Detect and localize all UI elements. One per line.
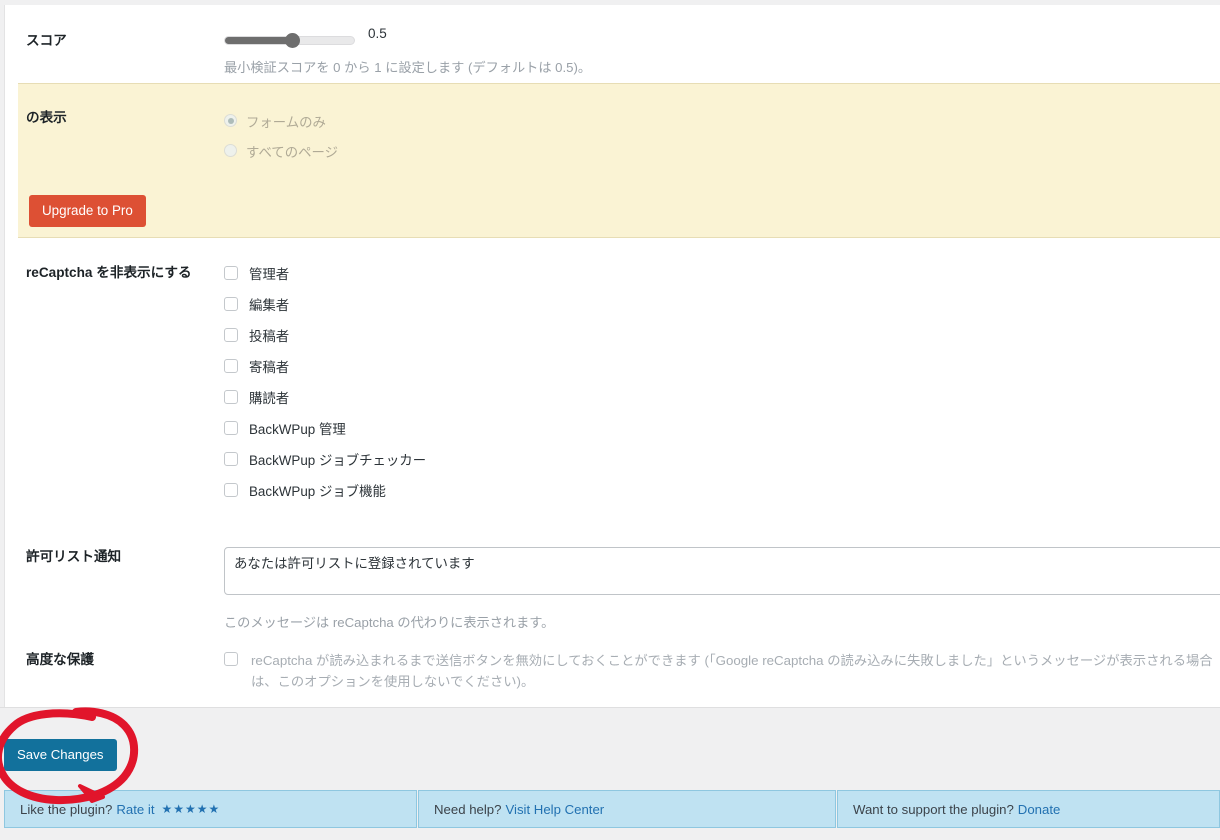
checkbox-icon (224, 297, 238, 311)
setting-row-score: スコア 0.5 最小検証スコアを 0 から 1 に設定します (デフォルトは 0… (5, 5, 1220, 88)
setting-row-whitelist-notice: 許可リスト通知 このメッセージは reCaptcha の代わりに表示されます。 (5, 547, 1220, 633)
checkbox-icon (224, 483, 238, 497)
score-slider[interactable] (224, 32, 355, 48)
save-changes-button[interactable]: Save Changes (4, 739, 117, 772)
whitelist-notice-textarea[interactable] (224, 547, 1220, 595)
role-label: BackWPup ジョブチェッカー (249, 453, 427, 468)
roles-checkbox-list: 管理者 編集者 投稿者 寄稿者 購読者 BackWPup 管理 BackWPup… (224, 263, 1220, 500)
checkbox-icon (224, 652, 238, 666)
role-label: 投稿者 (249, 329, 290, 344)
advanced-protection-checkbox-label: reCaptcha が読み込まれるまで送信ボタンを無効にしておくことができます … (251, 653, 1213, 690)
role-checkbox-author[interactable]: 投稿者 (224, 325, 1220, 345)
footer-box-rate: Like the plugin? Rate it ★★★★★ (4, 790, 417, 828)
radio-icon (224, 144, 237, 157)
footer-text: Need help? (434, 801, 502, 817)
role-label: 編集者 (249, 298, 290, 313)
role-label: 寄稿者 (249, 360, 290, 375)
radio-option-form-only[interactable]: フォームのみ (224, 108, 1220, 133)
upgrade-to-pro-button[interactable]: Upgrade to Pro (29, 195, 146, 228)
radio-option-label: フォームのみ (246, 114, 326, 130)
slider-handle[interactable] (284, 32, 300, 48)
score-label: スコア (26, 33, 67, 48)
donate-link[interactable]: Donate (1018, 802, 1061, 817)
radio-option-all-pages[interactable]: すべてのページ (224, 138, 1220, 163)
rate-it-link[interactable]: Rate it (116, 802, 154, 817)
radio-icon (224, 114, 237, 127)
pro-upgrade-panel: の表示 フォームのみ すべてのページ Upgrade to Pro (18, 83, 1220, 238)
save-bar: Save Changes (0, 707, 1220, 790)
checkbox-icon (224, 390, 238, 404)
role-checkbox-administrator[interactable]: 管理者 (224, 263, 1220, 283)
role-label: BackWPup 管理 (249, 422, 346, 437)
star-rating-icon[interactable]: ★★★★★ (162, 802, 221, 816)
checkbox-icon (224, 328, 238, 342)
footer-box-donate: Want to support the plugin? Donate (837, 790, 1220, 828)
footer-box-help: Need help? Visit Help Center (418, 790, 836, 828)
display-label: の表示 (26, 110, 67, 125)
role-checkbox-backwpup-jobchecker[interactable]: BackWPup ジョブチェッカー (224, 449, 1220, 469)
role-label: BackWPup ジョブ機能 (249, 484, 386, 499)
settings-card: スコア 0.5 最小検証スコアを 0 から 1 に設定します (デフォルトは 0… (4, 5, 1220, 707)
score-value: 0.5 (368, 25, 387, 41)
setting-row-advanced-protection: 高度な保護 reCaptcha が読み込まれるまで送信ボタンを無効にしておくこと… (5, 650, 1220, 693)
footer-text: Like the plugin? (20, 801, 113, 817)
whitelist-notice-label: 許可リスト通知 (26, 549, 122, 564)
role-checkbox-contributor[interactable]: 寄稿者 (224, 356, 1220, 376)
whitelist-notice-field: このメッセージは reCaptcha の代わりに表示されます。 (224, 547, 1220, 633)
role-label: 管理者 (249, 267, 290, 282)
role-label: 購読者 (249, 391, 290, 406)
checkbox-icon (224, 359, 238, 373)
footer-text: Want to support the plugin? (853, 801, 1014, 817)
setting-row-hide-recaptcha: reCaptcha を非表示にする 管理者 編集者 投稿者 寄稿者 購読者 Ba… (5, 263, 1220, 500)
score-description: 最小検証スコアを 0 から 1 に設定します (デフォルトは 0.5)。 (224, 60, 592, 75)
role-checkbox-backwpup-admin[interactable]: BackWPup 管理 (224, 418, 1220, 438)
hide-recaptcha-label: reCaptcha を非表示にする (26, 265, 192, 280)
setting-row-display: の表示 フォームのみ すべてのページ (18, 84, 1220, 163)
checkbox-icon (224, 266, 238, 280)
advanced-protection-checkbox[interactable]: reCaptcha が読み込まれるまで送信ボタンを無効にしておくことができます … (224, 650, 1220, 693)
checkbox-icon (224, 421, 238, 435)
score-field: 0.5 最小検証スコアを 0 から 1 に設定します (デフォルトは 0.5)。 (224, 26, 1220, 78)
checkbox-icon (224, 452, 238, 466)
role-checkbox-backwpup-jobfunction[interactable]: BackWPup ジョブ機能 (224, 480, 1220, 500)
score-slider-line: 0.5 (224, 26, 1220, 49)
radio-option-label: すべてのページ (246, 144, 338, 160)
slider-fill (225, 36, 293, 44)
display-field: フォームのみ すべてのページ (224, 108, 1220, 163)
whitelist-notice-description: このメッセージは reCaptcha の代わりに表示されます。 (224, 615, 555, 630)
advanced-protection-field: reCaptcha が読み込まれるまで送信ボタンを無効にしておくことができます … (224, 650, 1220, 693)
advanced-protection-label: 高度な保護 (26, 652, 94, 667)
plugin-footer: Like the plugin? Rate it ★★★★★ Need help… (0, 790, 1220, 828)
visit-help-center-link[interactable]: Visit Help Center (505, 802, 604, 817)
role-checkbox-editor[interactable]: 編集者 (224, 294, 1220, 314)
role-checkbox-subscriber[interactable]: 購読者 (224, 387, 1220, 407)
